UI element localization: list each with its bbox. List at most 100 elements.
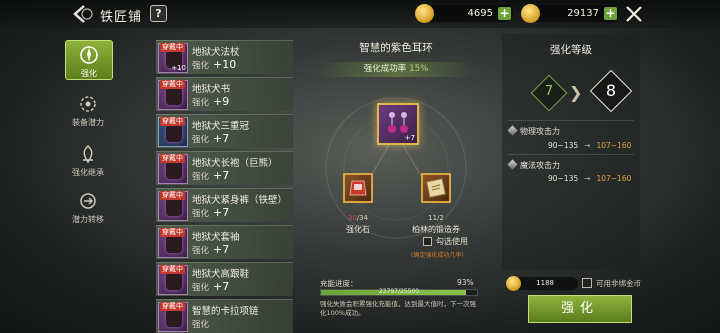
attr-magic-head: 魔法攻击力 <box>507 159 560 171</box>
target-item-slot[interactable]: +7 <box>377 103 419 145</box>
material-stone-have: 30 <box>347 214 357 222</box>
stat-label: 强化 <box>192 320 210 330</box>
charge-description: 强化失败会积累强化充能值，达到最大值时，下一次强化100%成功。 <box>320 300 476 317</box>
equipped-tag: 穿戴中 <box>160 302 185 311</box>
next-level: 8 <box>605 81 617 100</box>
item-level: +7 <box>213 206 230 219</box>
inherit-icon <box>83 144 93 164</box>
list-item[interactable]: 穿戴中 +10 地狱犬法杖 强化 +10 <box>156 40 293 74</box>
target-item-level: +7 <box>404 134 415 142</box>
item-slot: 穿戴中 <box>158 191 188 221</box>
item-name: 地狱犬套袖 <box>192 232 240 243</box>
material-voucher-count: 11/2 <box>428 214 444 222</box>
unbound-gold-checkbox[interactable] <box>582 278 592 288</box>
enhance-center-panel: 智慧的紫色耳环 强化成功率 15% +7 30/34 强化石 11/2 柏林的锻… <box>296 28 496 333</box>
attr-physical-old: 90~135 <box>548 141 579 150</box>
attr-magic-values: 90~135 → 107~160 <box>548 174 631 183</box>
tab-equip-potential[interactable]: 装备潜力 <box>55 93 121 135</box>
page-title: 铁匠铺 <box>100 10 143 25</box>
material-slot-stone[interactable] <box>343 173 373 203</box>
attr-arrow-icon: → <box>584 174 591 183</box>
item-name: 智慧的卡拉项链 <box>192 306 259 317</box>
gold-coin-icon <box>506 276 521 291</box>
item-stat: 强化 +9 <box>192 95 229 108</box>
currency-2-amount: 29137 <box>567 8 599 19</box>
currency-1: 4695 + <box>415 4 513 23</box>
enhance-level-title: 强化等级 <box>550 44 592 56</box>
item-slot: 穿戴中 <box>158 302 188 332</box>
help-button[interactable]: ? <box>150 5 167 22</box>
equipment-list[interactable]: 穿戴中 +10 地狱犬法杖 强化 +10 穿戴中 地狱犬书 强化 +9 穿戴中 地狱… <box>156 40 293 333</box>
list-item[interactable]: 穿戴中 智慧的卡拉项链 强化 <box>156 299 293 333</box>
tab-enhance-label: 强化 <box>81 69 97 78</box>
equipped-tag: 穿戴中 <box>160 228 185 237</box>
gold-cost: 1188 <box>506 276 578 291</box>
stat-label: 强化 <box>192 283 210 293</box>
list-item[interactable]: 穿戴中 地狱犬高跟鞋 强化 +7 <box>156 262 293 296</box>
slot-level: +10 <box>171 64 186 72</box>
close-icon[interactable] <box>625 5 643 23</box>
back-arrow-icon[interactable] <box>70 3 94 25</box>
item-slot: 穿戴中 <box>158 265 188 295</box>
attr-magic-name: 魔法攻击力 <box>520 161 560 170</box>
list-item[interactable]: 穿戴中 地狱犬紧身裤（铁壁） 强化 +7 <box>156 188 293 222</box>
potential-icon <box>80 96 96 112</box>
item-name: 地狱犬高跟鞋 <box>192 269 250 280</box>
charge-progress-text: 23797/25500 <box>378 288 420 295</box>
enhance-stone-icon <box>349 180 367 196</box>
stat-label: 强化 <box>192 98 210 108</box>
add-currency-1-button[interactable]: + <box>498 7 511 20</box>
add-currency-2-button[interactable]: + <box>604 7 617 20</box>
equipped-tag: 穿戴中 <box>160 117 185 126</box>
list-item[interactable]: 穿戴中 地狱犬书 强化 +9 <box>156 77 293 111</box>
equipped-tag: 穿戴中 <box>160 191 185 200</box>
charge-progress-percent: 93% <box>457 278 474 287</box>
item-stat: 强化 +7 <box>192 132 229 145</box>
stat-label: 强化 <box>192 209 210 219</box>
attr-physical-name: 物理攻击力 <box>520 127 560 136</box>
attr-magic-old: 90~135 <box>548 174 579 183</box>
stat-label: 强化 <box>192 61 210 71</box>
wand-icon <box>507 159 518 170</box>
item-name: 地狱犬三重冠 <box>192 121 250 132</box>
tab-potential-transfer[interactable]: 潜力转移 <box>55 190 121 232</box>
attr-physical-head: 物理攻击力 <box>507 125 560 137</box>
voucher-note: (确定强化成功几率) <box>411 252 464 259</box>
success-rate-bar: 强化成功率 15% <box>316 62 476 77</box>
material-stone-name: 强化石 <box>346 225 370 234</box>
list-item[interactable]: 穿戴中 地狱犬套袖 强化 +7 <box>156 225 293 259</box>
item-name: 地狱犬书 <box>192 84 231 95</box>
success-rate-label: 强化成功率 <box>363 64 407 74</box>
necklace-icon <box>166 309 182 327</box>
enhance-button[interactable]: 强化 <box>528 295 632 323</box>
divider <box>508 120 634 121</box>
material-voucher-name: 柏林的锻造券 <box>412 225 460 234</box>
tab-enhance-inherit-label: 强化继承 <box>72 168 104 177</box>
currency-1-amount: 4695 <box>467 8 493 19</box>
transfer-icon <box>80 193 96 209</box>
list-item[interactable]: 穿戴中 地狱犬三重冠 强化 +7 <box>156 114 293 148</box>
divider <box>508 154 634 155</box>
attr-physical-values: 90~135 → 107~160 <box>548 141 631 150</box>
equipped-tag: 穿戴中 <box>160 80 185 89</box>
coin-icon <box>415 4 434 23</box>
item-level: +7 <box>213 280 230 293</box>
tab-enhance[interactable]: 强化 <box>65 40 113 80</box>
item-level: +9 <box>213 95 230 108</box>
item-slot: 穿戴中 +10 <box>158 43 188 73</box>
attr-magic-new: 107~160 <box>596 174 632 183</box>
pants-icon <box>166 198 182 216</box>
book-icon <box>166 87 182 105</box>
tab-enhance-inherit[interactable]: 强化继承 <box>55 143 121 185</box>
item-level: +7 <box>213 132 230 145</box>
item-slot: 穿戴中 <box>158 117 188 147</box>
item-level: +7 <box>213 243 230 256</box>
attr-physical-new: 107~160 <box>596 141 632 150</box>
stat-label: 强化 <box>192 172 210 182</box>
material-slot-voucher[interactable] <box>421 173 451 203</box>
list-item[interactable]: 穿戴中 地狱犬长袍（巨熊） 强化 +7 <box>156 151 293 185</box>
currency-2: 29137 + <box>521 4 619 23</box>
top-bar: 铁匠铺 ? 4695 + 29137 + <box>0 0 720 28</box>
equipped-tag: 穿戴中 <box>160 43 185 52</box>
use-voucher-checkbox[interactable] <box>423 237 432 246</box>
